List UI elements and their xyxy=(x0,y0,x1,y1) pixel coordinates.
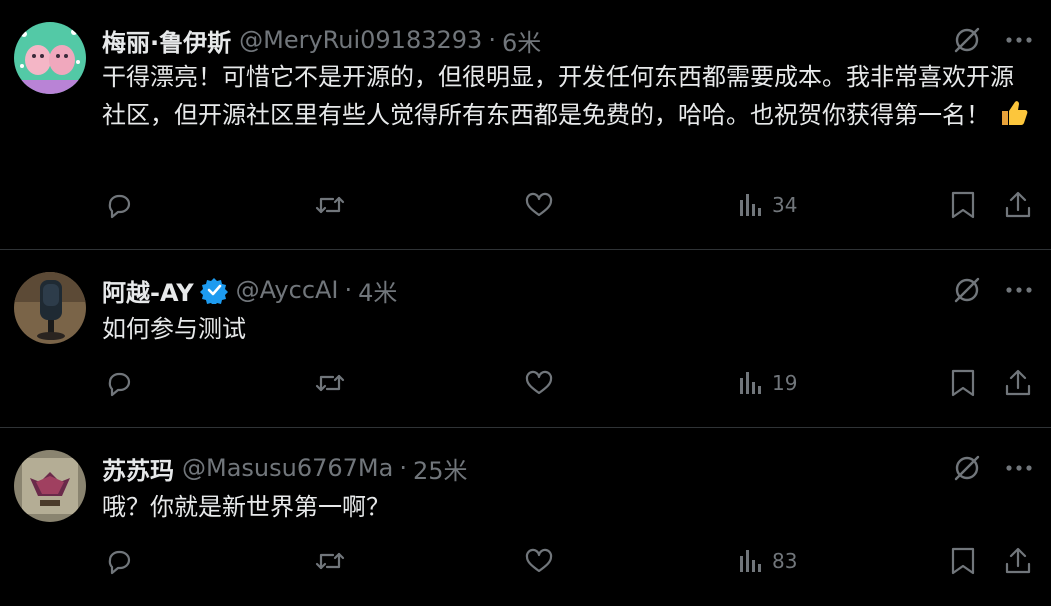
bookmark-icon xyxy=(951,547,975,575)
tweet-header: 苏苏玛 @Masusu6767Ma · 25米 xyxy=(102,451,468,486)
user-handle[interactable]: @MeryRui09183293 xyxy=(239,26,482,54)
tweet-2[interactable]: 阿越-AY @AyccAI · 4米 如何参与测试 19 xyxy=(0,250,1051,428)
reply-button[interactable] xyxy=(104,546,134,576)
reply-icon xyxy=(108,550,131,575)
tweet-text: 哦？你就是新世界第一啊？ xyxy=(102,488,1032,526)
timestamp[interactable]: 4米 xyxy=(358,273,397,308)
retweet-icon xyxy=(315,552,345,570)
timestamp[interactable]: 25米 xyxy=(413,451,468,486)
action-bar: 34 xyxy=(0,190,1051,230)
share-button[interactable] xyxy=(1003,368,1033,398)
bookmark-icon xyxy=(951,191,975,219)
display-name[interactable]: 梅丽·鲁伊斯 xyxy=(102,23,231,58)
avatar[interactable] xyxy=(14,272,86,344)
separator-dot: · xyxy=(344,276,353,304)
grok-slash-icon[interactable] xyxy=(951,24,983,60)
tweet-text-content: 干得漂亮！可惜它不是开源的，但很明显，开发任何东西都需要成本。我非常喜欢开源社区… xyxy=(102,63,1014,129)
retweet-button[interactable] xyxy=(314,546,346,576)
views-button[interactable]: 19 xyxy=(738,368,797,398)
grok-slash-icon[interactable] xyxy=(951,274,983,310)
reply-button[interactable] xyxy=(104,368,134,398)
like-icon xyxy=(525,548,553,573)
reply-icon xyxy=(108,194,131,219)
user-handle[interactable]: @Masusu6767Ma xyxy=(182,454,393,482)
tweet-header: 阿越-AY @AyccAI · 4米 xyxy=(102,273,397,308)
display-name[interactable]: 苏苏玛 xyxy=(102,451,174,486)
tweet-text: 干得漂亮！可惜它不是开源的，但很明显，开发任何东西都需要成本。我非常喜欢开源社区… xyxy=(102,58,1032,140)
like-button[interactable] xyxy=(524,368,554,398)
tweet-text-content: 哦？你就是新世界第一啊？ xyxy=(102,493,390,521)
verified-badge-icon[interactable] xyxy=(199,276,228,304)
like-icon xyxy=(525,370,553,395)
views-bar-icon xyxy=(740,372,761,394)
avatar[interactable] xyxy=(14,22,86,94)
share-button[interactable] xyxy=(1003,190,1033,220)
share-icon xyxy=(1005,547,1031,574)
action-bar: 83 xyxy=(0,546,1051,586)
tweet-3[interactable]: 苏苏玛 @Masusu6767Ma · 25米 哦？你就是新世界第一啊？ 83 xyxy=(0,428,1051,606)
like-button[interactable] xyxy=(524,190,554,220)
bookmark-icon xyxy=(951,369,975,397)
views-count: 19 xyxy=(772,371,798,395)
views-button[interactable]: 34 xyxy=(738,190,797,220)
share-button[interactable] xyxy=(1003,546,1033,576)
views-count: 83 xyxy=(772,549,798,573)
more-dots-icon[interactable] xyxy=(1005,452,1033,488)
like-button[interactable] xyxy=(524,546,554,576)
separator-dot: · xyxy=(399,454,407,482)
more-dots-icon[interactable] xyxy=(1005,24,1033,60)
display-name[interactable]: 阿越-AY xyxy=(102,273,194,308)
tweet-header: 梅丽·鲁伊斯 @MeryRui09183293 · 6米 xyxy=(102,23,541,58)
tweet-1[interactable]: 梅丽·鲁伊斯 @MeryRui09183293 · 6米 干得漂亮！可惜它不是开… xyxy=(0,0,1051,250)
avatar[interactable] xyxy=(14,450,86,522)
retweet-button[interactable] xyxy=(314,368,346,398)
views-count: 34 xyxy=(772,193,798,217)
separator-dot: · xyxy=(488,26,496,54)
action-bar: 19 xyxy=(0,368,1051,408)
share-icon xyxy=(1005,369,1031,396)
timestamp[interactable]: 6米 xyxy=(502,23,541,58)
grok-slash-icon[interactable] xyxy=(951,452,983,488)
bookmark-button[interactable] xyxy=(950,546,976,576)
reply-button[interactable] xyxy=(104,190,134,220)
like-icon xyxy=(525,192,553,217)
user-handle[interactable]: @AyccAI xyxy=(236,276,339,304)
bookmark-button[interactable] xyxy=(950,368,976,398)
share-icon xyxy=(1005,191,1031,218)
thumbs-up-icon xyxy=(998,97,1030,140)
tweet-text-content: 如何参与测试 xyxy=(102,315,246,343)
retweet-button[interactable] xyxy=(314,190,346,220)
views-bar-icon xyxy=(740,550,761,572)
tweet-text: 如何参与测试 xyxy=(102,310,1032,348)
more-dots-icon[interactable] xyxy=(1005,274,1033,310)
views-bar-icon xyxy=(740,194,761,216)
views-button[interactable]: 83 xyxy=(738,546,797,576)
retweet-icon xyxy=(315,374,345,392)
bookmark-button[interactable] xyxy=(950,190,976,220)
retweet-icon xyxy=(315,196,345,214)
reply-icon xyxy=(108,372,131,397)
